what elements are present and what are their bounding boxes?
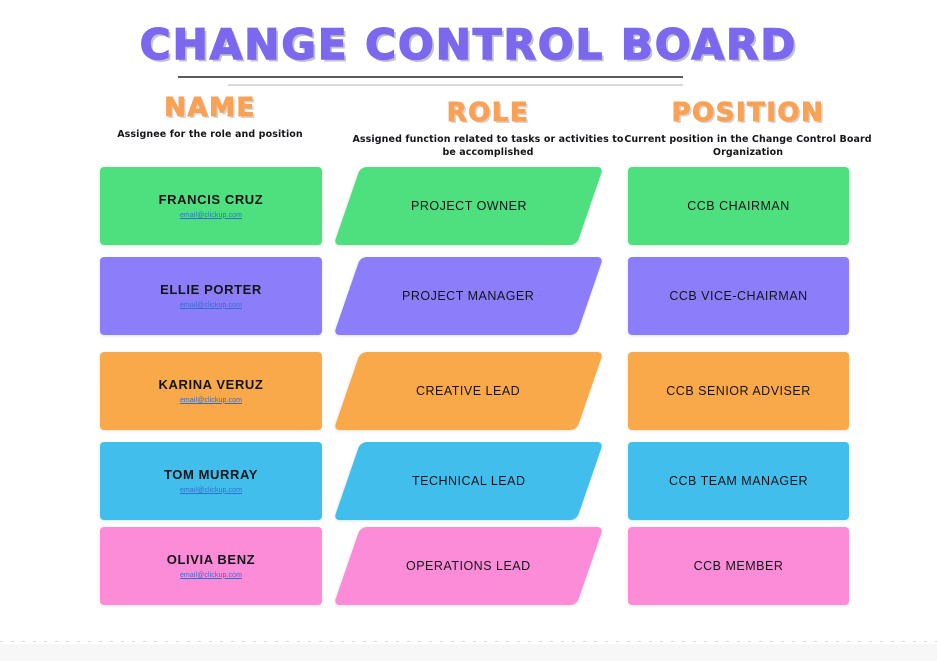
assignee-email-link[interactable]: email@clickup.com: [180, 302, 242, 309]
position-card[interactable]: CCB TEAM MANAGER: [628, 442, 849, 520]
role-card[interactable]: CREATIVE LEAD: [333, 352, 604, 430]
footer-band: [0, 644, 937, 661]
name-card[interactable]: OLIVIA BENZ email@clickup.com: [100, 527, 322, 605]
name-card[interactable]: TOM MURRAY email@clickup.com: [100, 442, 322, 520]
position-label: CCB VICE-CHAIRMAN: [669, 289, 808, 303]
role-label: PROJECT MANAGER: [402, 289, 535, 303]
assignee-name: KARINA VERUZ: [158, 377, 264, 393]
assignee-name: ELLIE PORTER: [160, 282, 262, 298]
role-card[interactable]: TECHNICAL LEAD: [333, 442, 604, 520]
assignee-email-link[interactable]: email@clickup.com: [180, 212, 242, 219]
table-row: TOM MURRAY email@clickup.com TECHNICAL L…: [0, 442, 937, 532]
position-label: CCB CHAIRMAN: [687, 199, 790, 213]
role-card[interactable]: PROJECT OWNER: [333, 167, 604, 245]
assignee-email-link[interactable]: email@clickup.com: [180, 487, 242, 494]
role-label: TECHNICAL LEAD: [411, 474, 526, 488]
position-card[interactable]: CCB MEMBER: [628, 527, 849, 605]
column-subtitle-position: Current position in the Change Control B…: [624, 134, 872, 159]
column-title-role: ROLE: [446, 98, 530, 128]
column-header-position: POSITION Current position in the Change …: [614, 98, 882, 160]
position-label: CCB TEAM MANAGER: [668, 474, 809, 488]
column-title-position: POSITION: [671, 98, 825, 128]
table-row: ELLIE PORTER email@clickup.com PROJECT M…: [0, 257, 937, 347]
role-label: CREATIVE LEAD: [416, 384, 521, 398]
name-card[interactable]: ELLIE PORTER email@clickup.com: [100, 257, 322, 335]
table-row: FRANCIS CRUZ email@clickup.com PROJECT O…: [0, 167, 937, 257]
page-divider: [0, 641, 937, 642]
table-row: OLIVIA BENZ email@clickup.com OPERATIONS…: [0, 527, 937, 617]
column-subtitle-role: Assigned function related to tasks or ac…: [352, 134, 624, 159]
position-card[interactable]: CCB VICE-CHAIRMAN: [628, 257, 849, 335]
position-label: CCB SENIOR ADVISER: [666, 384, 811, 398]
assignee-email-link[interactable]: email@clickup.com: [180, 572, 242, 579]
assignee-name: FRANCIS CRUZ: [158, 192, 264, 208]
column-header-role: ROLE Assigned function related to tasks …: [350, 98, 626, 160]
title-underline-secondary: [228, 84, 683, 86]
assignee-email-link[interactable]: email@clickup.com: [180, 397, 242, 404]
column-title-name: NAME: [164, 93, 256, 123]
position-card[interactable]: CCB CHAIRMAN: [628, 167, 849, 245]
table-row: KARINA VERUZ email@clickup.com CREATIVE …: [0, 352, 937, 442]
role-label: OPERATIONS LEAD: [406, 559, 531, 573]
title-underline-primary: [178, 76, 683, 78]
page-title-container: CHANGE CONTROL BOARD: [0, 20, 937, 69]
role-card[interactable]: PROJECT MANAGER: [333, 257, 604, 335]
assignee-name: TOM MURRAY: [163, 467, 259, 483]
role-card[interactable]: OPERATIONS LEAD: [333, 527, 604, 605]
name-card[interactable]: FRANCIS CRUZ email@clickup.com: [100, 167, 322, 245]
assignee-name: OLIVIA BENZ: [166, 552, 256, 568]
change-control-board-page: CHANGE CONTROL BOARD NAME Assignee for t…: [0, 0, 937, 661]
name-card[interactable]: KARINA VERUZ email@clickup.com: [100, 352, 322, 430]
page-title: CHANGE CONTROL BOARD: [139, 20, 798, 69]
column-subtitle-name: Assignee for the role and position: [117, 129, 303, 141]
position-card[interactable]: CCB SENIOR ADVISER: [628, 352, 849, 430]
position-label: CCB MEMBER: [693, 559, 784, 573]
column-header-name: NAME Assignee for the role and position: [75, 93, 345, 142]
role-label: PROJECT OWNER: [410, 199, 527, 213]
